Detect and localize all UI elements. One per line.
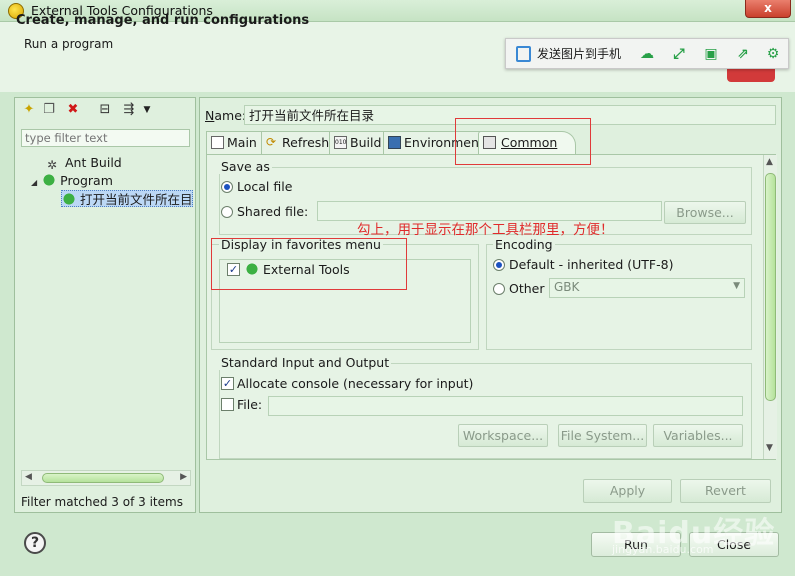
- apply-button[interactable]: Apply: [583, 479, 672, 503]
- tab-label: Build: [350, 135, 382, 150]
- filter-status: Filter matched 3 of 3 items: [21, 495, 183, 509]
- file-output-checkbox[interactable]: [221, 398, 234, 411]
- annotation-highlight-favorites: [211, 238, 407, 290]
- cloud-icon[interactable]: ☁: [636, 43, 658, 65]
- expand-icon[interactable]: ⤢: [668, 43, 690, 65]
- main-tab-icon: [211, 136, 224, 149]
- scroll-right-icon[interactable]: ▶: [180, 472, 187, 482]
- tab-refresh[interactable]: ⟳ Refresh: [261, 131, 337, 154]
- send-to-phone-label: 发送图片到手机: [537, 47, 622, 61]
- standard-io-title: Standard Input and Output: [219, 355, 392, 370]
- other-encoding-value: GBK: [554, 280, 580, 294]
- save-icon[interactable]: ▣: [700, 43, 722, 65]
- dialog-title: Create, manage, and run configurations: [16, 13, 310, 28]
- file-output-label: File:: [237, 397, 263, 412]
- phone-icon: [516, 46, 531, 62]
- horizontal-scrollbar[interactable]: ◀ ▶: [21, 470, 191, 486]
- allocate-console-label: Allocate console (necessary for input): [237, 376, 474, 391]
- local-file-radio[interactable]: [221, 181, 233, 193]
- send-to-phone-button[interactable]: 发送图片到手机: [512, 43, 630, 65]
- tree-item-selected-config[interactable]: 打开当前文件所在目录: [61, 190, 193, 207]
- tab-build[interactable]: 010 Build: [329, 131, 389, 154]
- other-encoding-radio[interactable]: [493, 283, 505, 295]
- revert-button[interactable]: Revert: [680, 479, 771, 503]
- tab-main[interactable]: Main: [206, 131, 264, 154]
- scroll-up-icon[interactable]: ▲: [766, 157, 773, 167]
- program-icon: [42, 173, 57, 187]
- tree-item-label: 打开当前文件所在目录: [80, 192, 193, 207]
- environment-icon: [388, 136, 401, 149]
- tree-toolbar: ✦ ❐ ✖ ⊟ ⇶ ▼: [15, 98, 195, 122]
- workspace-button[interactable]: Workspace...: [458, 424, 548, 447]
- duplicate-icon[interactable]: ❐: [41, 102, 57, 118]
- build-icon: 010: [334, 136, 347, 149]
- shared-file-label: Shared file:: [237, 204, 309, 219]
- new-config-icon[interactable]: ✦: [21, 102, 37, 118]
- share-icon[interactable]: ⇗: [732, 43, 754, 65]
- variables-button[interactable]: Variables...: [653, 424, 743, 447]
- watermark-url: jingyan.baidu.com: [612, 543, 714, 556]
- settings-icon[interactable]: ⚙: [762, 43, 784, 65]
- tab-label: Main: [227, 135, 257, 150]
- collapse-all-icon[interactable]: ⊟: [97, 102, 113, 118]
- other-encoding-select[interactable]: GBK ▼: [549, 278, 745, 298]
- ant-icon: ✲: [47, 158, 58, 172]
- vertical-scrollbar[interactable]: ▲ ▼: [763, 155, 777, 459]
- file-output-field[interactable]: [268, 396, 743, 416]
- collapse-arrow-icon: ◢: [31, 178, 38, 187]
- filter-input[interactable]: [21, 129, 190, 147]
- help-icon[interactable]: ?: [24, 532, 46, 554]
- default-encoding-label: Default - inherited (UTF-8): [509, 257, 674, 272]
- delete-icon[interactable]: ✖: [65, 102, 81, 118]
- browse-button[interactable]: Browse...: [664, 201, 746, 224]
- common-tab-content: Save as Local file Shared file: Browse..…: [206, 154, 777, 460]
- floating-toolbar: 发送图片到手机 ☁ ⤢ ▣ ⇗ ⚙: [505, 38, 789, 69]
- file-system-button[interactable]: File System...: [558, 424, 647, 447]
- tree-item-label: Program: [60, 173, 113, 188]
- configuration-tree-panel: ✦ ❐ ✖ ⊟ ⇶ ▼ ✲ Ant Build ◢ Program 打开当前文件所在…: [14, 97, 196, 513]
- other-encoding-label: Other: [509, 281, 545, 296]
- window-close-button[interactable]: x: [745, 0, 791, 18]
- tree-item-ant-build[interactable]: ✲ Ant Build: [47, 154, 122, 172]
- dropdown-icon[interactable]: ▼: [139, 102, 155, 118]
- local-file-label: Local file: [237, 179, 293, 194]
- tree-item-label: Ant Build: [65, 155, 122, 170]
- encoding-title: Encoding: [493, 237, 555, 252]
- default-encoding-radio[interactable]: [493, 259, 505, 271]
- filter-icon[interactable]: ⇶: [121, 102, 137, 118]
- annotation-text: 勾上，用于显示在那个工具栏那里，方便！: [357, 222, 614, 238]
- tab-label: Refresh: [282, 135, 330, 150]
- save-as-title: Save as: [219, 159, 272, 174]
- scroll-down-icon[interactable]: ▼: [766, 443, 773, 453]
- scroll-thumb[interactable]: [42, 473, 164, 483]
- shared-file-radio[interactable]: [221, 206, 233, 218]
- tree-item-program[interactable]: ◢ Program: [31, 172, 113, 189]
- annotation-highlight-common-tab: [455, 118, 591, 165]
- chevron-down-icon: ▼: [733, 281, 740, 291]
- name-label: Name:: [205, 108, 247, 123]
- dialog-subtitle: Run a program: [24, 37, 114, 51]
- refresh-icon: ⟳: [266, 135, 277, 149]
- scroll-thumb[interactable]: [765, 173, 776, 401]
- allocate-console-checkbox[interactable]: ✓: [221, 377, 234, 390]
- scroll-left-icon[interactable]: ◀: [25, 472, 32, 482]
- program-config-icon: [62, 192, 76, 206]
